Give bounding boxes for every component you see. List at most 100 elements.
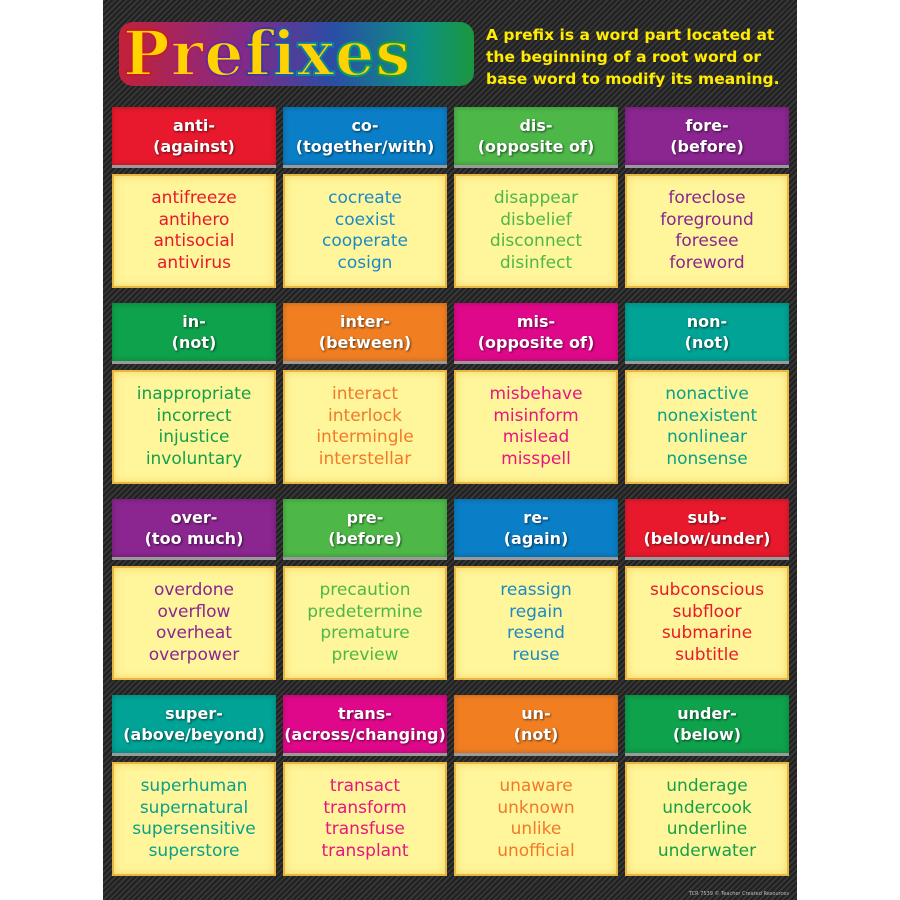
title-letter: s (374, 17, 412, 91)
example-words-box: inappropriate incorrect injustice involunta… (112, 370, 276, 484)
example-words-box: foreclose foreground foresee foreword (625, 174, 789, 288)
prefix-meaning: (not) (684, 333, 730, 352)
prefix-meaning: (against) (153, 137, 235, 156)
example-word: misspell (501, 448, 571, 469)
example-word: misinform (493, 405, 579, 426)
example-word: disconnect (489, 231, 583, 251)
example-word: transfuse (325, 819, 405, 839)
example-words-box: transact transform transfuse transplant (283, 762, 447, 876)
example-word: precaution (319, 580, 411, 600)
prefix-header: trans- (across/changing) (283, 695, 447, 756)
prefix-header: over- (too much) (112, 499, 276, 560)
example-word: overflow (157, 601, 231, 622)
example-words-box: reassign regain resend reuse (454, 566, 618, 680)
prefix-label: over- (170, 508, 218, 527)
example-word: preview (331, 644, 399, 665)
example-word: superstore (148, 840, 240, 861)
example-words-box: disappear disbelief disconnect disinfect (454, 174, 618, 288)
prefix-definition: A prefix is a word part located at the b… (486, 26, 780, 88)
prefix-meaning: (across/changing) (284, 725, 446, 744)
prefix-header: anti- (against) (112, 107, 276, 168)
prefix-header: under- (below) (625, 695, 789, 756)
example-words-box: subconscious subfloor submarine subtitle (625, 566, 789, 680)
example-word: subtitle (675, 644, 739, 665)
example-word: misbehave (489, 384, 583, 404)
prefix-label: sub- (687, 508, 727, 527)
example-word: overpower (148, 644, 240, 665)
example-word: supersensitive (132, 819, 256, 839)
prefix-label: inter- (340, 312, 390, 331)
prefix-meaning: (not) (171, 333, 217, 352)
example-word: injustice (158, 427, 230, 447)
example-words-box: superhuman supernatural supersensitive supe… (112, 762, 276, 876)
example-word: antihero (158, 209, 230, 230)
prefix-header: non- (not) (625, 303, 789, 364)
prefix-header: super- (above/beyond) (112, 695, 276, 756)
prefix-meaning: (together/with) (295, 137, 435, 156)
prefix-label: re- (523, 508, 549, 527)
example-words-box: antifreeze antihero antisocial antivirus (112, 174, 276, 288)
example-word: interstellar (318, 448, 412, 469)
example-word: antifreeze (151, 188, 237, 208)
example-word: mislead (502, 427, 570, 447)
example-word: nonactive (665, 384, 749, 404)
example-word: unofficial (497, 840, 575, 861)
example-word: cooperate (322, 231, 408, 251)
prefix-header: pre- (before) (283, 499, 447, 560)
prefix-label: pre- (346, 508, 384, 527)
example-word: submarine (661, 623, 753, 643)
example-word: overdone (153, 580, 235, 600)
title-letter: e (203, 17, 245, 91)
prefix-label: mis- (516, 312, 556, 331)
example-word: underwater (657, 840, 757, 861)
example-word: involuntary (145, 448, 243, 469)
title-letter: r (170, 17, 205, 91)
example-word: disinfect (499, 252, 573, 273)
example-word: antisocial (153, 231, 235, 251)
example-word: incorrect (156, 405, 232, 426)
example-word: premature (320, 623, 410, 643)
prefix-label: non- (686, 312, 728, 331)
prefix-header: in- (not) (112, 303, 276, 364)
prefix-header: sub- (below/under) (625, 499, 789, 560)
prefix-header: un- (not) (454, 695, 618, 756)
prefix-header: inter- (between) (283, 303, 447, 364)
prefix-header: dis- (opposite of) (454, 107, 618, 168)
prefix-meaning: (opposite of) (477, 333, 595, 352)
prefix-header: re- (again) (454, 499, 618, 560)
example-word: coexist (334, 209, 396, 230)
example-word: unknown (497, 797, 575, 818)
example-word: subfloor (672, 601, 742, 622)
example-word: predetermine (307, 601, 423, 622)
title-letter: e (334, 17, 376, 91)
prefix-label: anti- (173, 116, 215, 135)
prefix-label: in- (182, 312, 206, 331)
example-words-box: nonactive nonexistent nonlinear nonsense (625, 370, 789, 484)
prefix-header: co- (together/with) (283, 107, 447, 168)
prefix-meaning: (between) (318, 333, 412, 352)
prefix-label: dis- (519, 116, 553, 135)
copyright-footer: TCR 7539 © Teacher Created Resources (688, 891, 789, 897)
example-word: cocreate (328, 188, 402, 208)
example-word: foreclose (668, 188, 746, 208)
page-title: Prefixes (122, 17, 412, 91)
example-word: overheat (156, 623, 232, 643)
example-word: underage (666, 776, 748, 796)
example-word: unaware (499, 776, 573, 796)
example-word: nonexistent (656, 405, 758, 426)
example-word: disappear (493, 188, 579, 208)
title-letter: f (244, 17, 273, 91)
example-word: resend (507, 623, 565, 643)
prefix-meaning: (before) (670, 137, 744, 156)
poster: Prefixes A prefix is a word part located… (103, 0, 797, 900)
prefix-meaning: (above/beyond) (123, 725, 265, 744)
example-word: nonlinear (666, 427, 748, 447)
example-word: nonsense (666, 448, 748, 469)
example-word: antivirus (157, 252, 231, 273)
prefix-meaning: (below/under) (643, 529, 771, 548)
example-word: underline (666, 819, 748, 839)
example-words-box: interact interlock intermingle interstellar (283, 370, 447, 484)
example-word: inappropriate (136, 384, 252, 404)
prefix-label: fore- (685, 116, 729, 135)
prefix-header: fore- (before) (625, 107, 789, 168)
